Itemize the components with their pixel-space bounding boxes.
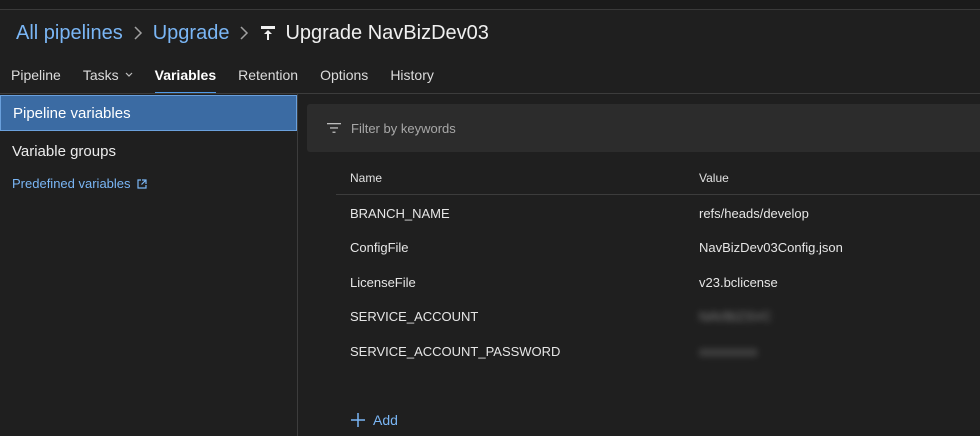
table-row[interactable]: SERVICE_ACCOUNT NAVBIZSVC xyxy=(336,299,980,333)
predefined-variables-link[interactable]: Predefined variables xyxy=(12,176,147,191)
chevron-down-icon xyxy=(125,70,133,80)
tab-history[interactable]: History xyxy=(379,62,445,94)
variable-value[interactable]: refs/heads/develop xyxy=(699,206,809,221)
page-title-text: Upgrade NavBizDev03 xyxy=(285,21,489,44)
table-row[interactable]: BRANCH_NAME refs/heads/develop xyxy=(336,196,980,230)
tab-variables[interactable]: Variables xyxy=(144,62,228,94)
sidebar-item-label: Pipeline variables xyxy=(13,104,131,122)
breadcrumb-all-pipelines[interactable]: All pipelines xyxy=(16,22,123,45)
table-row[interactable]: LicenseFile v23.bclicense xyxy=(336,265,980,299)
variables-sidebar: Pipeline variables Variable groups Prede… xyxy=(0,94,298,436)
variable-name: BRANCH_NAME xyxy=(350,206,450,221)
variable-value[interactable]: v23.bclicense xyxy=(699,275,778,290)
release-pipeline-icon xyxy=(259,24,277,42)
tab-tasks[interactable]: Tasks xyxy=(72,62,144,94)
top-strip xyxy=(0,0,980,10)
column-header-value: Value xyxy=(699,171,729,185)
filter-bar xyxy=(307,104,980,152)
filter-input[interactable] xyxy=(349,119,913,137)
filter-icon xyxy=(327,122,341,134)
sidebar-item-label: Variable groups xyxy=(12,142,116,160)
tab-retention[interactable]: Retention xyxy=(227,62,309,94)
variable-value[interactable]: NavBizDev03Config.json xyxy=(699,240,843,255)
external-link-icon xyxy=(136,178,147,189)
tab-pipeline[interactable]: Pipeline xyxy=(0,62,72,94)
table-row[interactable]: ConfigFile NavBizDev03Config.json xyxy=(336,230,980,264)
add-variable-button[interactable]: Add xyxy=(350,409,398,431)
variable-value-redacted[interactable]: NAVBIZSVC xyxy=(699,309,772,324)
page-title: Upgrade NavBizDev03 xyxy=(259,21,489,45)
add-label: Add xyxy=(373,412,398,428)
variable-name: LicenseFile xyxy=(350,275,416,290)
breadcrumb-upgrade[interactable]: Upgrade xyxy=(153,22,230,45)
tab-bar: Pipeline Tasks Variables Retention Optio… xyxy=(0,62,445,94)
variable-value-redacted[interactable]: xxxxxxxxx xyxy=(699,344,758,359)
column-header-name: Name xyxy=(350,171,383,185)
variable-name: SERVICE_ACCOUNT xyxy=(350,309,479,324)
tab-options[interactable]: Options xyxy=(309,62,379,94)
table-row[interactable]: SERVICE_ACCOUNT_PASSWORD xxxxxxxxx xyxy=(336,334,980,368)
sidebar-item-variable-groups[interactable]: Variable groups xyxy=(0,134,297,168)
breadcrumb: All pipelines Upgrade Upgrade NavBizDev0… xyxy=(16,20,489,46)
sidebar-item-pipeline-variables[interactable]: Pipeline variables xyxy=(0,95,297,131)
plus-icon xyxy=(350,412,366,428)
chevron-right-icon xyxy=(133,26,143,40)
variables-table-header: Name Value xyxy=(336,166,980,195)
variable-name: SERVICE_ACCOUNT_PASSWORD xyxy=(350,344,561,359)
chevron-right-icon xyxy=(239,26,249,40)
pipeline-editor: All pipelines Upgrade Upgrade NavBizDev0… xyxy=(0,0,980,436)
predefined-variables-label: Predefined variables xyxy=(12,176,131,191)
variable-name: ConfigFile xyxy=(350,240,409,255)
